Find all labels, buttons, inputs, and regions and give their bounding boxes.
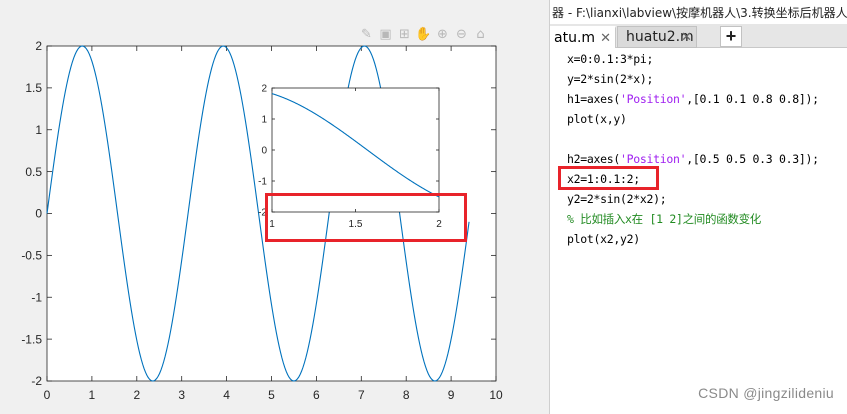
x-tick-label: 3 — [178, 388, 185, 402]
code-line[interactable]: h1=axes('Position',[0.1 0.1 0.8 0.8]); — [567, 92, 819, 106]
x-tick-label: 4 — [223, 388, 230, 402]
x-tick-label: 0 — [44, 388, 51, 402]
tab-huatu2[interactable]: huatu2.m ✕ — [617, 26, 697, 48]
code-token: x=0:0.1:3*pi; — [567, 52, 654, 66]
x-tick-label: 5 — [268, 388, 275, 402]
string-token: 'Position' — [620, 92, 687, 106]
comment-token: % 比如插入x在 [1 2]之间的函数变化 — [567, 212, 762, 226]
x-tick-label: 8 — [403, 388, 410, 402]
code-line[interactable]: y=2*sin(2*x); — [567, 72, 653, 86]
code-line[interactable]: plot(x,y) — [567, 112, 627, 126]
figure-window: ✎ ▣ ⊞ ✋ ⊕ ⊖ ⌂ 0 1 2 3 4 5 6 7 8 9 10 2 1.5 1 0.5 0 -0.5-… — [0, 0, 549, 414]
x-tick-label: 2 — [133, 388, 140, 402]
y-tick-label: 0 — [261, 146, 267, 157]
y-tick-label: -2 — [31, 374, 42, 388]
watermark: CSDN @jingzilideniu — [698, 385, 834, 401]
y-tick-label: -1 — [31, 290, 42, 304]
editor-window: 器 - F:\lianxi\labview\按摩机器人\3.转换坐标后机器人位 … — [549, 0, 847, 414]
string-token: 'Position' — [620, 152, 687, 166]
code-line[interactable]: h2=axes('Position',[0.5 0.5 0.3 0.3]); — [567, 152, 819, 166]
code-line[interactable]: plot(x2,y2) — [567, 232, 640, 246]
y-tick-label: 0 — [35, 207, 42, 221]
x-tick-label: 9 — [448, 388, 455, 402]
code-highlight-box — [558, 166, 659, 190]
y-tick-label: 1.5 — [25, 81, 42, 95]
y-tick-label: 1 — [35, 123, 42, 137]
code-token: plot(x,y) — [567, 112, 627, 126]
code-token: h2=axes( — [567, 152, 620, 166]
code-token: ,[0.1 0.1 0.8 0.8]); — [686, 92, 819, 106]
x-tick-label: 6 — [313, 388, 320, 402]
y-tick-label: 1 — [261, 115, 267, 126]
y-tick-label: 0.5 — [25, 165, 42, 179]
x-tick-label: 1 — [89, 388, 96, 402]
y-tick-label: -1 — [258, 177, 267, 188]
x-tick-label: 10 — [489, 388, 503, 402]
x-tick-label: 7 — [358, 388, 365, 402]
tab-huatu[interactable]: atu.m ✕ — [550, 26, 616, 48]
code-line[interactable]: % 比如插入x在 [1 2]之间的函数变化 — [567, 212, 761, 226]
y-tick-label: 2 — [261, 84, 267, 95]
close-icon[interactable]: ✕ — [600, 28, 611, 49]
close-icon[interactable]: ✕ — [681, 27, 692, 48]
editor-title-bar: 器 - F:\lianxi\labview\按摩机器人\3.转换坐标后机器人位 — [550, 0, 847, 24]
code-token: plot(x2,y2) — [567, 232, 640, 246]
tab-strip: atu.m ✕ huatu2.m ✕ + — [550, 24, 847, 48]
code-token: h1=axes( — [567, 92, 620, 106]
code-token: ,[0.5 0.5 0.3 0.3]); — [686, 152, 819, 166]
code-line[interactable]: y2=2*sin(2*x2); — [567, 192, 667, 206]
code-token: y=2*sin(2*x); — [567, 72, 654, 86]
code-editor[interactable]: x=0:0.1:3*pi; y=2*sin(2*x); h1=axes('Posit… — [550, 48, 847, 414]
y-tick-label: -0.5 — [21, 249, 42, 263]
inset-highlight-box — [265, 193, 467, 242]
code-token: y2=2*sin(2*x2); — [567, 192, 667, 206]
y-tick-label: -1.5 — [21, 332, 42, 346]
add-tab-button[interactable]: + — [720, 26, 742, 47]
code-line[interactable]: x=0:0.1:3*pi; — [567, 52, 653, 66]
y-tick-label: 2 — [35, 39, 42, 53]
tab-label: atu.m — [554, 30, 596, 46]
